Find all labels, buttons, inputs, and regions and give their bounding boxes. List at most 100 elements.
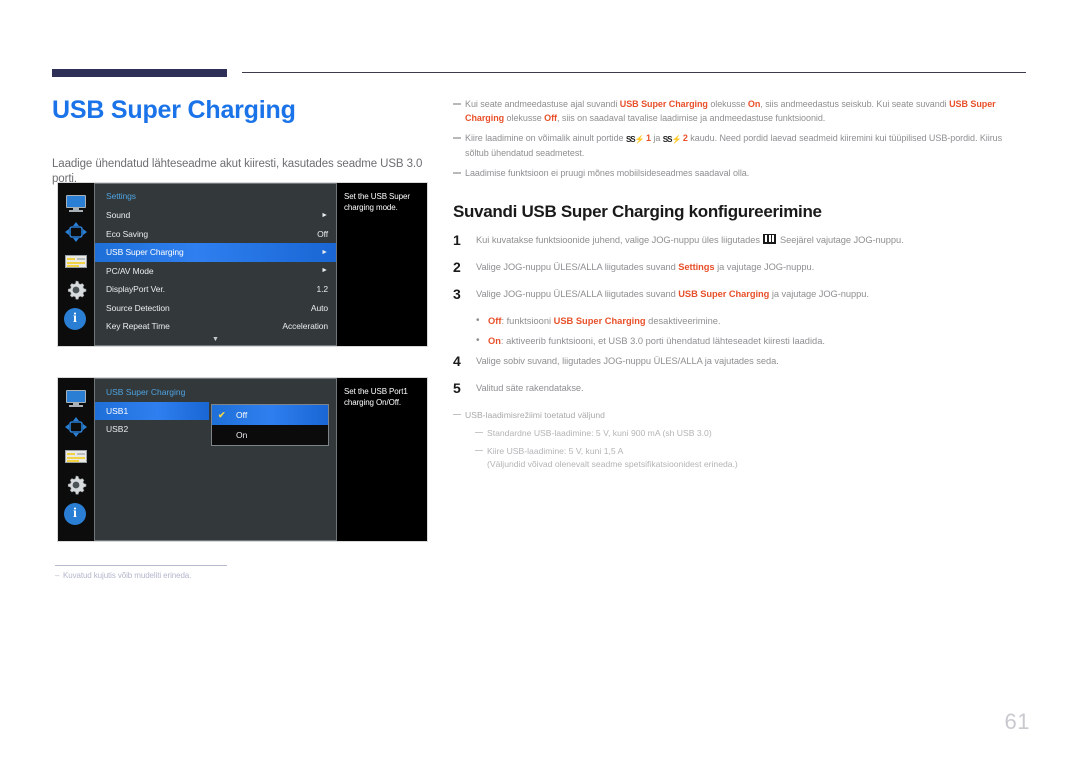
osd-menu-item-value: Off — [317, 228, 328, 239]
osd-menu-item-value: Acceleration — [282, 321, 328, 332]
osd-menu-item[interactable]: Source Detection Auto — [95, 299, 336, 318]
gear-icon — [64, 474, 88, 496]
body-text: desaktiveerimine. — [645, 315, 721, 326]
osd-scroll-down-indicator[interactable]: ▼ — [95, 336, 336, 343]
image-footnote-rule — [55, 565, 227, 566]
osd-main-area-2: USB Super Charging USB1 USB2 ✔ Off On Set t… — [94, 378, 427, 541]
emphasis-text: Settings — [678, 261, 715, 272]
header-accent-bar — [52, 69, 227, 77]
osd-menu-item-label: Sound — [106, 210, 131, 221]
body-text: ja — [650, 133, 663, 143]
body-text: Valitud säte rakendatakse. — [476, 382, 584, 393]
bullet-dot: • — [476, 314, 480, 326]
image-footnote: – Kuvatud kujutis võib mudeliti erineda. — [55, 571, 191, 580]
osd-main-area: Settings Sound ► Eco Saving Off USB Super Ch… — [94, 183, 427, 346]
tail-note-1: USB-laadimisrežiimi toetatud väljund — [453, 409, 1026, 422]
osd-menu-item[interactable]: DisplayPort Ver. 1.2 — [95, 280, 336, 299]
usb-superspeed-icon: SS⚡ — [662, 135, 682, 144]
osd-menu-item[interactable]: Eco Saving Off — [95, 225, 336, 244]
body-text: : aktiveerib funktsiooni, et USB 3.0 por… — [500, 335, 825, 346]
osd-menu-rows: Sound ► Eco Saving Off USB Super Charging ► PC… — [95, 206, 336, 336]
osd-menu-item-value: Auto — [310, 302, 328, 313]
menu-list-icon — [64, 445, 88, 467]
gear-icon — [64, 279, 88, 301]
footnote-text: Kuvatud kujutis võib mudeliti erineda. — [63, 571, 192, 580]
emphasis-text: USB Super Charging — [678, 288, 770, 299]
step-number: 4 — [453, 352, 461, 369]
move-arrows-icon — [64, 221, 88, 243]
osd-dropdown-option[interactable]: On — [212, 425, 328, 445]
osd-screenshot-settings-menu: i Settings Sound ► Eco Saving Off USB Super … — [57, 182, 428, 347]
note-item: Kui seate andmeedastuse ajal suvandi USB… — [453, 98, 1026, 125]
step-text: Valitud säte rakendatakse. — [476, 382, 584, 395]
steps-block-1: 1 Kui kuvatakse funktsioonide juhend, val… — [453, 231, 1026, 302]
bullets-block: • Off: funktsiooni USB Super Charging des… — [453, 315, 1026, 348]
note-item: Kiire laadimine on võimalik ainult porti… — [453, 132, 1026, 160]
osd-icon-rail: i — [58, 183, 94, 346]
numbered-step: 1 Kui kuvatakse funktsioonide juhend, val… — [453, 231, 1026, 248]
monitor-icon — [64, 192, 88, 214]
step-number: 2 — [453, 258, 461, 275]
body-text: Laadimise funktsioon ei pruugi mõnes mob… — [465, 168, 750, 178]
footnote-dash: – — [55, 571, 60, 580]
emphasis-text: On — [488, 335, 501, 346]
body-text: ja vajutage JOG-nuppu. — [714, 261, 815, 272]
check-icon: ✔ — [218, 409, 226, 420]
usb-superspeed-icon: SS⚡ — [625, 135, 645, 144]
tail-note-4: (Väljundid võivad olenevalt seadme spets… — [487, 458, 738, 469]
step-number: 3 — [453, 285, 461, 302]
numbered-step: 2 Valige JOG-nuppu ÜLES/ALLA liigutades s… — [453, 258, 1026, 275]
body-text: olekusse — [707, 99, 748, 109]
bullet-item: • On: aktiveerib funktsiooni, et USB 3.0 … — [476, 335, 1026, 348]
emphasis-text: 1 — [643, 133, 651, 143]
osd-menu-item[interactable]: USB Super Charging ► — [95, 243, 336, 262]
osd-menu-panel: Settings Sound ► Eco Saving Off USB Super Ch… — [94, 183, 337, 346]
right-column: Kui seate andmeedastuse ajal suvandi USB… — [453, 98, 1026, 471]
bullet-item: • Off: funktsiooni USB Super Charging des… — [476, 315, 1026, 328]
osd-submenu-arrow: ► — [321, 211, 328, 219]
step-text: Kui kuvatakse funktsioonide juhend, vali… — [476, 233, 904, 247]
info-icon-wrap: i — [64, 308, 88, 330]
osd-usb-port-item[interactable]: USB2 — [95, 420, 209, 438]
tail-note-3: Kiire USB-laadimine: 5 V, kuni 1,5 A — [475, 445, 1026, 458]
step-number: 5 — [453, 379, 461, 396]
step-text: Valige JOG-nuppu ÜLES/ALLA liigutades su… — [476, 261, 814, 274]
osd-submenu-arrow: ► — [321, 248, 328, 256]
osd-menu-item[interactable]: Key Repeat Time Acceleration — [95, 317, 336, 336]
bullet-dot: • — [476, 334, 480, 346]
osd-onoff-dropdown: ✔ Off On — [211, 404, 329, 446]
osd-description-panel: Set the USB Super charging mode. — [337, 183, 427, 346]
tail-note-2: Standardne USB-laadimine: 5 V, kuni 900 … — [475, 427, 1026, 440]
body-text: , siis on saadaval tavalise laadimise ja… — [557, 112, 826, 123]
header-rule — [242, 72, 1026, 73]
left-column: USB Super Charging Laadige ühendatud läh… — [52, 95, 427, 187]
osd-dropdown-option[interactable]: ✔ Off — [212, 405, 328, 425]
body-text: Kui seate andmeedastuse ajal suvandi — [465, 99, 620, 109]
monitor-icon — [64, 387, 88, 409]
bullet-text: Off: funktsiooni USB Super Charging desa… — [488, 315, 721, 328]
emphasis-text: 2 — [680, 133, 688, 143]
note-item: Laadimise funktsioon ei pruugi mõnes mob… — [453, 167, 1026, 181]
body-text: Valige JOG-nuppu ÜLES/ALLA liigutades su… — [476, 261, 679, 272]
body-text: Kui kuvatakse funktsioonide juhend, vali… — [476, 234, 763, 245]
page-title: USB Super Charging — [52, 96, 296, 124]
osd-menu-item-label: Eco Saving — [106, 228, 148, 239]
osd-description-panel-2: Set the USB Port1 charging On/Off. — [337, 378, 427, 541]
osd-menu-item-value: 1.2 — [316, 284, 328, 295]
step-number: 1 — [453, 231, 461, 248]
body-text: Kiire laadimine on võimalik ainult porti… — [465, 133, 626, 143]
osd-menu-item-label: USB Super Charging — [106, 247, 184, 258]
osd-dropdown-option-label: Off — [236, 410, 248, 420]
body-text: ja vajutage JOG-nuppu. — [769, 288, 869, 299]
osd-menu-item[interactable]: PC/AV Mode ► — [95, 262, 336, 281]
bullet-text: On: aktiveerib funktsiooni, et USB 3.0 p… — [488, 335, 825, 348]
info-icon: i — [64, 308, 86, 330]
emphasis-text: USB Super Charging — [619, 99, 708, 109]
osd-icon-rail-2: i — [58, 378, 94, 541]
osd-menu-item[interactable]: Sound ► — [95, 206, 336, 225]
osd-menu-panel-2: USB Super Charging USB1 USB2 ✔ Off On — [94, 378, 337, 541]
numbered-step: 5 Valitud säte rakendatakse. — [453, 379, 1026, 396]
manual-page: USB Super Charging Laadige ühendatud läh… — [0, 0, 1080, 763]
body-text: Seejärel vajutage JOG-nuppu. — [777, 234, 904, 245]
osd-usb-port-item[interactable]: USB1 — [95, 402, 209, 420]
